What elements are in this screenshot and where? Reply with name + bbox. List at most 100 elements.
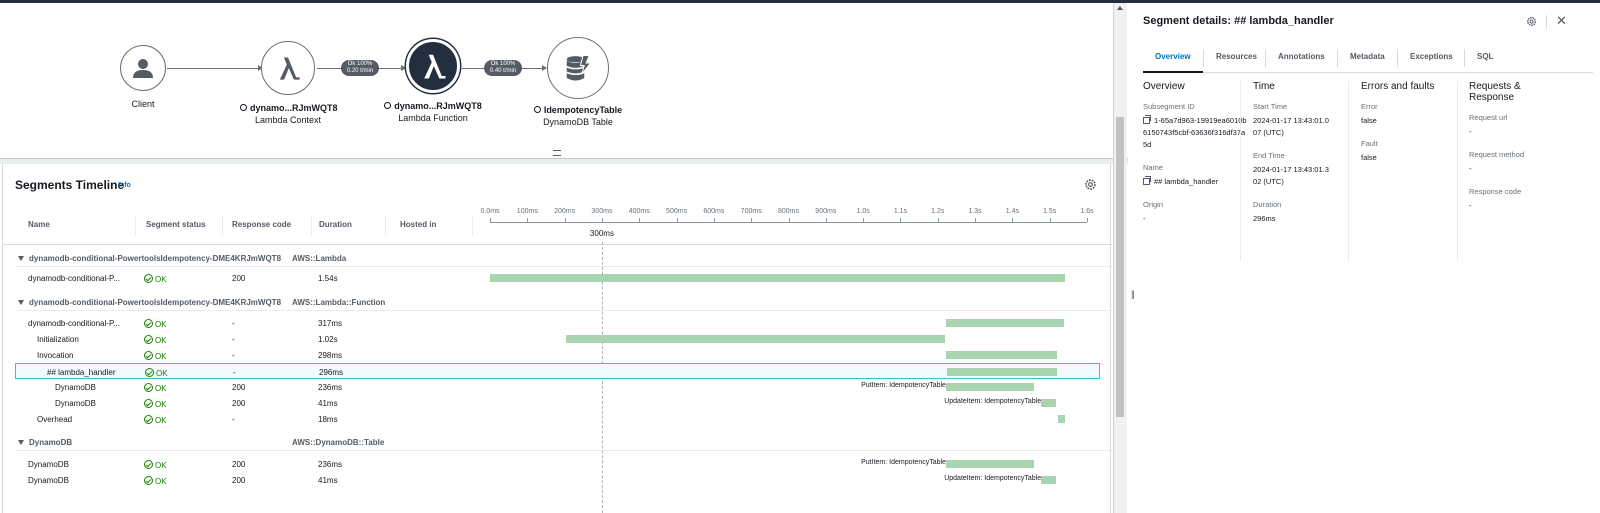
copy-icon[interactable] (1143, 176, 1151, 185)
bar-label: PutItem: IdempotencyTable (861, 382, 946, 389)
column-divider[interactable] (472, 215, 473, 235)
tick-mark (937, 218, 939, 222)
check-circle-icon (144, 460, 153, 469)
status-ok: OK (144, 383, 167, 393)
node-circle[interactable] (120, 45, 166, 91)
segment-bar[interactable] (946, 368, 1058, 376)
column-header-duration[interactable]: Duration (319, 220, 352, 229)
duration: 18ms (318, 415, 338, 424)
edge-stats-badge[interactable]: Ok 100% 0.20 t/min (341, 60, 379, 76)
caret-down-icon[interactable] (18, 440, 24, 445)
segment-bar[interactable] (1041, 476, 1057, 484)
node-circle-selected[interactable] (406, 39, 460, 93)
trace-map: Client dynamo...RJmWQT8 Lambda Context Ok… (0, 3, 1128, 157)
tick-label: 700ms (740, 208, 762, 215)
segment-row[interactable]: dynamodb-conditional-P... OK - 317ms (3, 315, 1112, 331)
column-header-response-code[interactable]: Response code (232, 220, 291, 229)
lambda-icon (279, 57, 300, 80)
edge-stats-badge[interactable]: Ok 100% 0.40 t/min (484, 60, 522, 76)
segment-row[interactable]: dynamodb-conditional-P... OK 200 1.54s (3, 270, 1112, 286)
response-code: 200 (232, 399, 246, 408)
map-node-lambda-function[interactable]: dynamo...RJmWQT8 Lambda Function (383, 39, 483, 124)
tab-resources[interactable]: Resources (1216, 52, 1257, 61)
segment-row[interactable]: DynamoDB OK 200 236ms PutItem: IdempotencyTa… (3, 379, 1112, 395)
map-node-client[interactable]: Client (110, 45, 176, 110)
response-code-value: - (1469, 201, 1472, 210)
map-node-dynamodb-table[interactable]: IdempotencyTable DynamoDB Table (530, 37, 626, 128)
duration: 41ms (318, 476, 338, 485)
group-hosted-in: AWS::Lambda::Function (292, 298, 386, 307)
segment-name: dynamodb-conditional-P... (28, 274, 120, 283)
response-code: - (232, 351, 235, 360)
caret-down-icon[interactable] (18, 256, 24, 261)
segment-bar[interactable] (945, 319, 1065, 327)
duration: 317ms (318, 319, 343, 328)
scrollbar-thumb[interactable] (1116, 117, 1124, 417)
column-divider[interactable] (135, 215, 136, 235)
settings-gear-icon[interactable] (1526, 16, 1537, 27)
tick-label: 0.0ms (480, 208, 500, 215)
column-divider[interactable] (385, 215, 386, 235)
column-header-segment-status[interactable]: Segment status (146, 220, 206, 229)
column-header-name[interactable]: Name (28, 220, 50, 229)
overview-section: Overview Subsegment ID 1-65a7d963-19919e… (1143, 81, 1247, 223)
tab-divider (1337, 49, 1338, 67)
section-heading: Errors and faults (1361, 81, 1435, 92)
resize-handle[interactable] (553, 150, 561, 156)
segment-row[interactable]: DynamoDB OK 200 41ms UpdateItem: Idempotency… (3, 472, 1112, 488)
column-divider[interactable] (311, 215, 312, 235)
node-circle[interactable] (547, 37, 609, 99)
segment-name: DynamoDB (28, 460, 69, 469)
group-row[interactable]: dynamodb-conditional-PowertoolsIdempoten… (3, 294, 1112, 310)
tick-mark (713, 218, 715, 222)
tab-overview[interactable]: Overview (1155, 52, 1191, 61)
segment-bar[interactable] (945, 383, 1034, 391)
tick-label: 400ms (628, 208, 650, 215)
segment-bar[interactable] (566, 335, 946, 343)
section-divider (1457, 81, 1458, 261)
segment-name: Overhead (37, 415, 73, 424)
status-ok: OK (144, 460, 167, 470)
segment-row[interactable]: ## lambda_handler OK - 296ms (15, 363, 1100, 379)
duration: 236ms (318, 383, 343, 392)
info-link[interactable]: Info (118, 182, 131, 189)
response-code: 200 (232, 460, 246, 469)
segment-details-panel: || Segment details: ## lambda_handler ✕ … (1128, 3, 1600, 513)
scroll-up-arrow-icon[interactable] (1117, 6, 1123, 10)
tick-label: 1.6s (1080, 208, 1094, 215)
segment-row[interactable]: DynamoDB OK 200 236ms PutItem: IdempotencyTa… (3, 456, 1112, 472)
node-type: DynamoDB Table (543, 117, 613, 127)
segment-row[interactable]: Initialization OK - 1.02s (3, 331, 1112, 347)
drag-handle-icon[interactable]: || (1131, 289, 1135, 299)
tick-label: 1.1s (893, 208, 908, 215)
tab-metadata[interactable]: Metadata (1350, 52, 1385, 61)
tick-mark (825, 218, 827, 222)
segment-bar[interactable] (945, 351, 1058, 359)
segment-row[interactable]: Overhead OK - 18ms (3, 411, 1112, 427)
segment-bar[interactable] (1041, 399, 1057, 407)
copy-icon[interactable] (1143, 115, 1151, 124)
tick-mark (490, 218, 491, 222)
group-row[interactable]: DynamoDB AWS::DynamoDB::Table (3, 434, 1112, 450)
column-divider[interactable] (222, 215, 223, 235)
tab-sql[interactable]: SQL (1477, 52, 1493, 61)
check-circle-icon (145, 368, 154, 377)
tab-exceptions[interactable]: Exceptions (1410, 52, 1453, 61)
bar-label: PutItem: IdempotencyTable (861, 459, 946, 466)
map-node-lambda-context[interactable]: dynamo...RJmWQT8 Lambda Context (240, 41, 338, 126)
settings-gear-icon[interactable] (1084, 178, 1097, 191)
cursor-label: 300ms (589, 229, 614, 238)
tab-annotations[interactable]: Annotations (1278, 52, 1325, 61)
segment-row[interactable]: Invocation OK - 298ms (3, 347, 1112, 363)
caret-down-icon[interactable] (18, 300, 24, 305)
node-circle[interactable] (261, 41, 315, 95)
status-ok: OK (144, 476, 167, 486)
close-icon[interactable]: ✕ (1556, 13, 1567, 29)
segment-bar[interactable] (490, 274, 1065, 282)
segment-bar[interactable] (945, 460, 1034, 468)
name-value: ## lambda_handler (1154, 177, 1219, 186)
column-header-hosted-in[interactable]: Hosted in (400, 220, 436, 229)
group-row[interactable]: dynamodb-conditional-PowertoolsIdempoten… (3, 250, 1112, 266)
segment-bar[interactable] (1057, 415, 1065, 423)
segment-row[interactable]: DynamoDB OK 200 41ms UpdateItem: Idempotency… (3, 395, 1112, 411)
